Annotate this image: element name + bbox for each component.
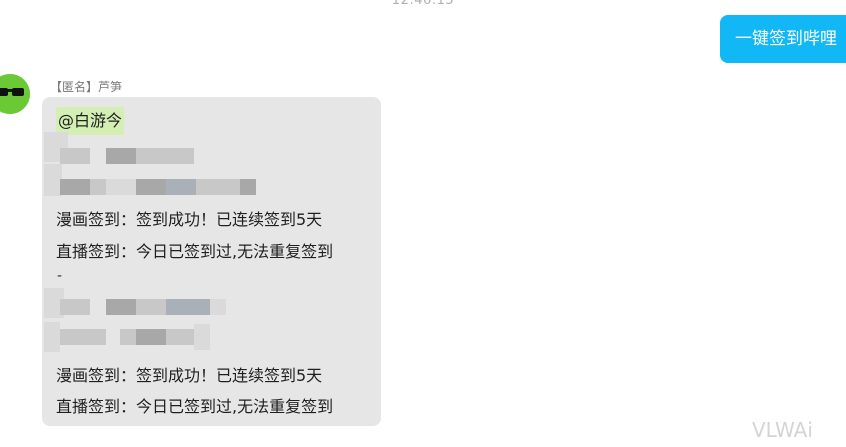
message-line: 漫画签到：签到成功！已连续签到5天 <box>56 366 323 385</box>
message-line: 漫画签到：签到成功！已连续签到5天 <box>56 210 323 229</box>
mention-tag[interactable]: @白游今 <box>56 107 125 135</box>
sunglasses-icon <box>0 74 30 114</box>
separator-dash: - <box>57 268 63 284</box>
message-line: 直播签到：今日已签到过,无法重复签到 <box>56 397 334 416</box>
message-line: 直播签到：今日已签到过,无法重复签到 <box>56 242 334 261</box>
avatar[interactable] <box>0 74 30 114</box>
message-timestamp: 12:46:15 <box>391 0 455 8</box>
watermark-logo: VLWAi <box>752 418 813 442</box>
outgoing-message-bubble[interactable]: 一键签到哔哩 <box>720 15 846 63</box>
sender-name: 【匿名】芦笋 <box>50 80 123 94</box>
